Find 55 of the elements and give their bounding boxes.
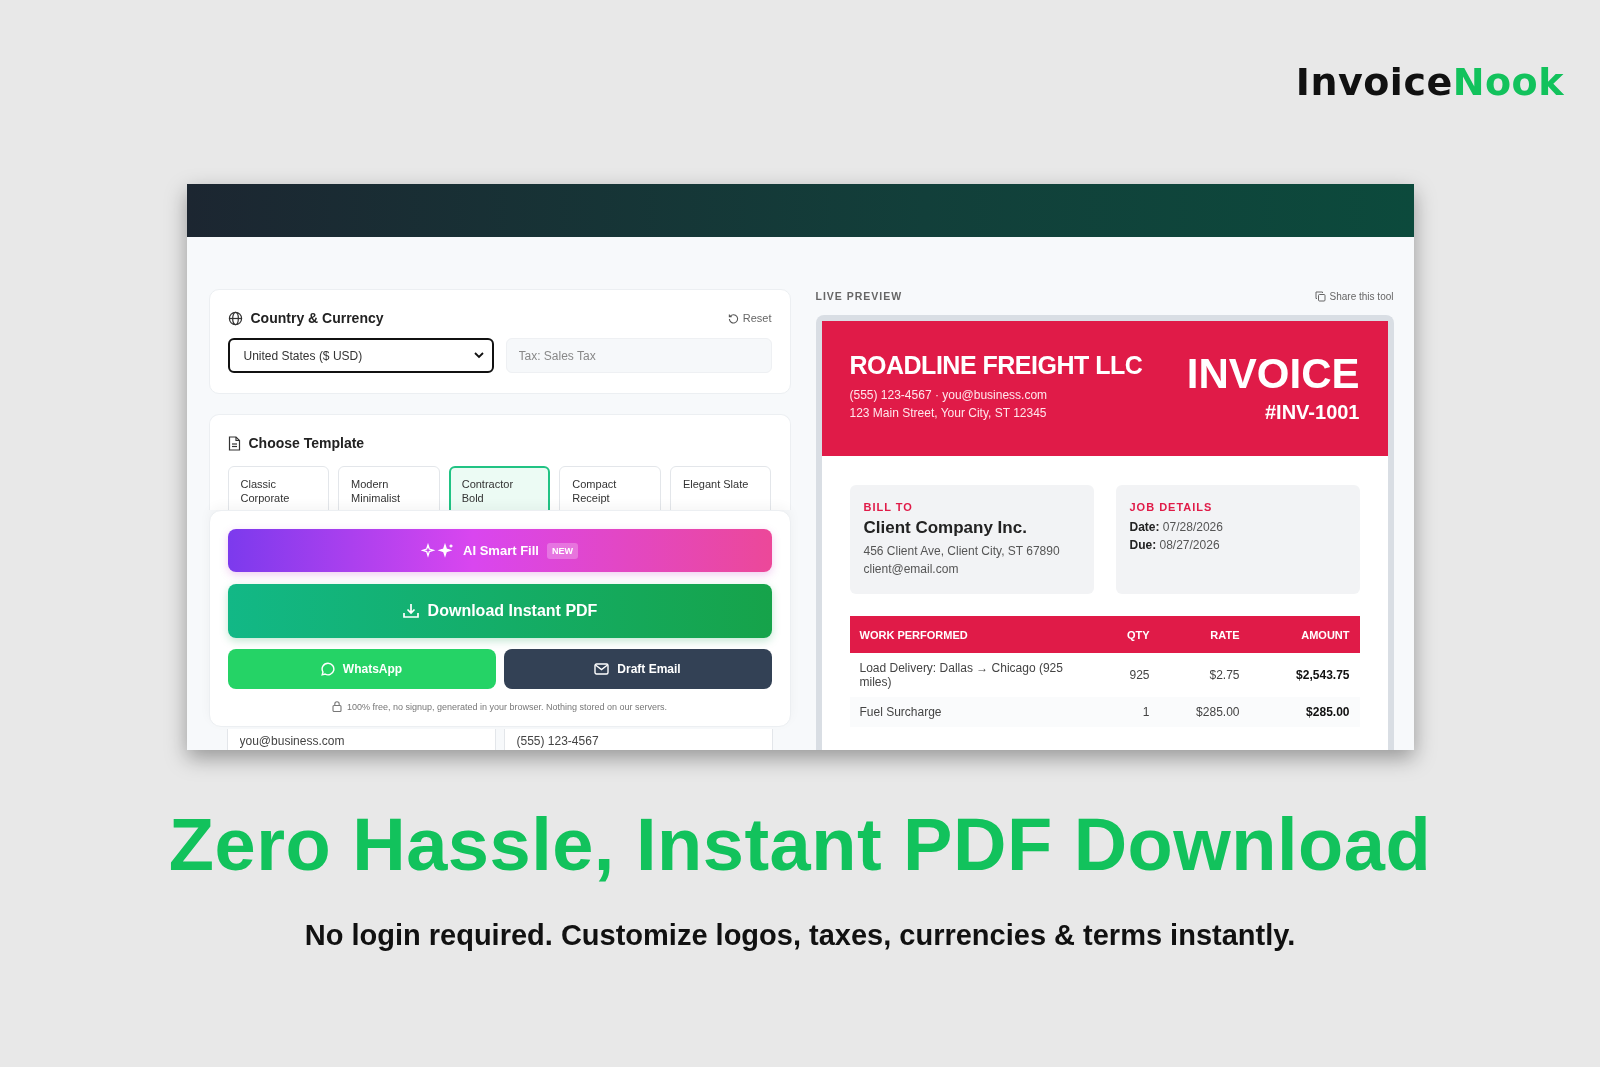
headline: Zero Hassle, Instant PDF Download <box>168 802 1432 887</box>
column-header: WORK PERFORMED <box>859 628 969 641</box>
company-address: 123 Main Street, Your City, ST 12345 <box>849 405 1048 422</box>
reset-button[interactable]: Reset <box>727 312 772 324</box>
country-select[interactable]: United States ($ USD) <box>227 338 494 373</box>
tax-field[interactable]: Tax: Sales Tax <box>505 338 772 373</box>
invoice-title: INVOICE <box>1186 351 1360 397</box>
input-field[interactable]: (555) 123-4567 <box>503 729 773 750</box>
column-header: AMOUNT <box>1300 628 1350 641</box>
client-name: Client Company Inc. <box>863 518 1028 538</box>
globe-icon <box>227 310 243 326</box>
job-detail-line: Date: 07/28/2026 <box>1129 519 1224 536</box>
card-title: Country & Currency <box>250 310 384 326</box>
section-heading: BILL TO <box>863 501 914 513</box>
template-tab[interactable]: Modern Minimalist <box>338 466 440 510</box>
chat-bubble-icon <box>320 662 335 676</box>
card-title: Choose Template <box>248 435 365 451</box>
company-name: ROADLINE FREIGHT LLC <box>849 351 1143 380</box>
template-tab[interactable]: Classic Corporate <box>227 466 330 510</box>
column-header: QTY <box>1125 628 1150 641</box>
live-preview-label: LIVE PREVIEW <box>815 290 903 302</box>
template-tab[interactable]: Contractor Bold <box>448 466 551 510</box>
section-heading: JOB DETAILS <box>1129 501 1214 513</box>
input-field[interactable]: you@business.com <box>226 729 496 750</box>
brand-name-accent: Nook <box>1452 60 1564 104</box>
reset-icon <box>727 312 739 324</box>
table-cell-text: 1 <box>1141 705 1150 719</box>
template-tab[interactable]: Elegant Slate <box>669 466 772 510</box>
column-header: RATE <box>1209 628 1240 641</box>
table-cell-text: $2,543.75 <box>1295 668 1350 682</box>
table-cell-text: Fuel Surcharge <box>859 705 943 719</box>
subheadline: No login required. Customize logos, taxes, currencies & terms instantly. <box>304 919 1296 952</box>
lock-icon <box>331 701 342 712</box>
new-badge: NEW <box>546 542 578 559</box>
template-tab[interactable]: Compact Receipt <box>559 466 661 510</box>
invoice-number: #INV-1001 <box>1264 401 1360 424</box>
sparkles-icon <box>421 543 456 558</box>
table-cell-text: $2.75 <box>1208 668 1240 682</box>
envelope-icon <box>594 663 610 675</box>
brand-name: Invoice <box>1295 60 1453 104</box>
table-cell-text: $285.00 <box>1195 705 1240 719</box>
document-icon <box>227 435 241 451</box>
draft-email-button[interactable]: Draft Email <box>503 649 772 689</box>
job-detail-line: Due: 08/27/2026 <box>1129 537 1221 554</box>
chevron-down-icon <box>473 352 484 359</box>
download-icon <box>401 602 420 620</box>
share-link[interactable]: Share this tool <box>1314 290 1394 302</box>
client-address: 456 Client Ave, Client City, ST 67890 <box>863 543 1061 560</box>
client-email: client@email.com <box>863 561 960 578</box>
privacy-note: 100% free, no signup, generated in your browser. Nothing stored on our servers. <box>346 701 668 712</box>
table-cell-text: 925 <box>1128 668 1150 682</box>
copy-icon <box>1314 290 1326 302</box>
table-cell-text: $285.00 <box>1305 705 1350 719</box>
table-cell-text: Load Delivery: Dallas → Chicago (925 miles) <box>859 661 1064 689</box>
company-contact: (555) 123-4567 · you@business.com <box>849 387 1049 404</box>
